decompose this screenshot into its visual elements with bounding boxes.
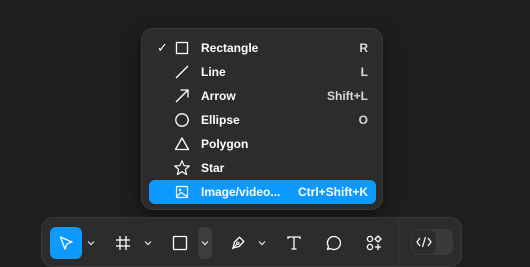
toggle-knob bbox=[412, 230, 436, 254]
chevron-down-icon bbox=[201, 241, 209, 246]
menu-item-star[interactable]: Star bbox=[149, 156, 376, 180]
shape-tool-button[interactable] bbox=[164, 227, 196, 259]
menu-item-label: Image/video... bbox=[201, 185, 281, 199]
menu-item-label: Star bbox=[201, 161, 225, 175]
pen-icon bbox=[231, 236, 245, 250]
image-icon bbox=[173, 183, 191, 201]
menu-item-label: Line bbox=[201, 65, 226, 79]
menu-item-shortcut: O bbox=[358, 113, 368, 127]
actions-tool-button[interactable] bbox=[358, 227, 390, 259]
ellipse-icon bbox=[173, 111, 191, 129]
menu-item-image-video[interactable]: Image/video... Ctrl+Shift+K bbox=[149, 180, 376, 204]
menu-item-line[interactable]: Line L bbox=[149, 60, 376, 84]
chevron-down-icon bbox=[258, 241, 266, 246]
menu-item-ellipse[interactable]: Ellipse O bbox=[149, 108, 376, 132]
text-icon bbox=[287, 236, 301, 250]
square-icon bbox=[172, 235, 188, 251]
move-tool-button[interactable] bbox=[50, 227, 82, 259]
text-tool-button[interactable] bbox=[278, 227, 310, 259]
star-icon bbox=[173, 159, 191, 177]
arrow-icon bbox=[173, 87, 191, 105]
menu-item-label: Ellipse bbox=[201, 113, 240, 127]
menu-item-label: Arrow bbox=[201, 89, 236, 103]
menu-item-shortcut: Ctrl+Shift+K bbox=[297, 185, 368, 199]
code-icon bbox=[416, 236, 432, 248]
menu-item-shortcut: L bbox=[360, 65, 368, 79]
frame-tool-dropdown[interactable] bbox=[141, 227, 155, 259]
shape-dropdown-menu: ✓ Rectangle R Line L Arrow Shift+L Ellip… bbox=[141, 28, 383, 210]
menu-item-arrow[interactable]: Arrow Shift+L bbox=[149, 84, 376, 108]
bottom-toolbar bbox=[41, 217, 462, 267]
rectangle-icon bbox=[173, 39, 191, 57]
dev-mode-toggle[interactable] bbox=[411, 229, 453, 255]
menu-item-rectangle[interactable]: ✓ Rectangle R bbox=[149, 36, 376, 60]
toolbar-divider bbox=[398, 218, 399, 266]
comment-icon bbox=[326, 235, 342, 251]
move-tool-dropdown[interactable] bbox=[84, 227, 98, 259]
shape-tool-dropdown[interactable] bbox=[198, 227, 212, 259]
menu-item-shortcut: Shift+L bbox=[327, 89, 368, 103]
comment-tool-button[interactable] bbox=[318, 227, 350, 259]
line-icon bbox=[173, 63, 191, 81]
frame-tool-button[interactable] bbox=[107, 227, 139, 259]
polygon-icon bbox=[173, 135, 191, 153]
frame-icon bbox=[116, 236, 130, 250]
pen-tool-button[interactable] bbox=[222, 227, 254, 259]
menu-item-label: Rectangle bbox=[201, 41, 259, 55]
menu-item-polygon[interactable]: Polygon bbox=[149, 132, 376, 156]
checkmark-icon: ✓ bbox=[157, 40, 168, 55]
pen-tool-dropdown[interactable] bbox=[255, 227, 269, 259]
chevron-down-icon bbox=[87, 241, 95, 246]
actions-icon bbox=[366, 235, 382, 251]
menu-item-label: Polygon bbox=[201, 137, 249, 151]
cursor-icon bbox=[59, 236, 73, 250]
chevron-down-icon bbox=[144, 241, 152, 246]
menu-item-shortcut: R bbox=[359, 41, 368, 55]
